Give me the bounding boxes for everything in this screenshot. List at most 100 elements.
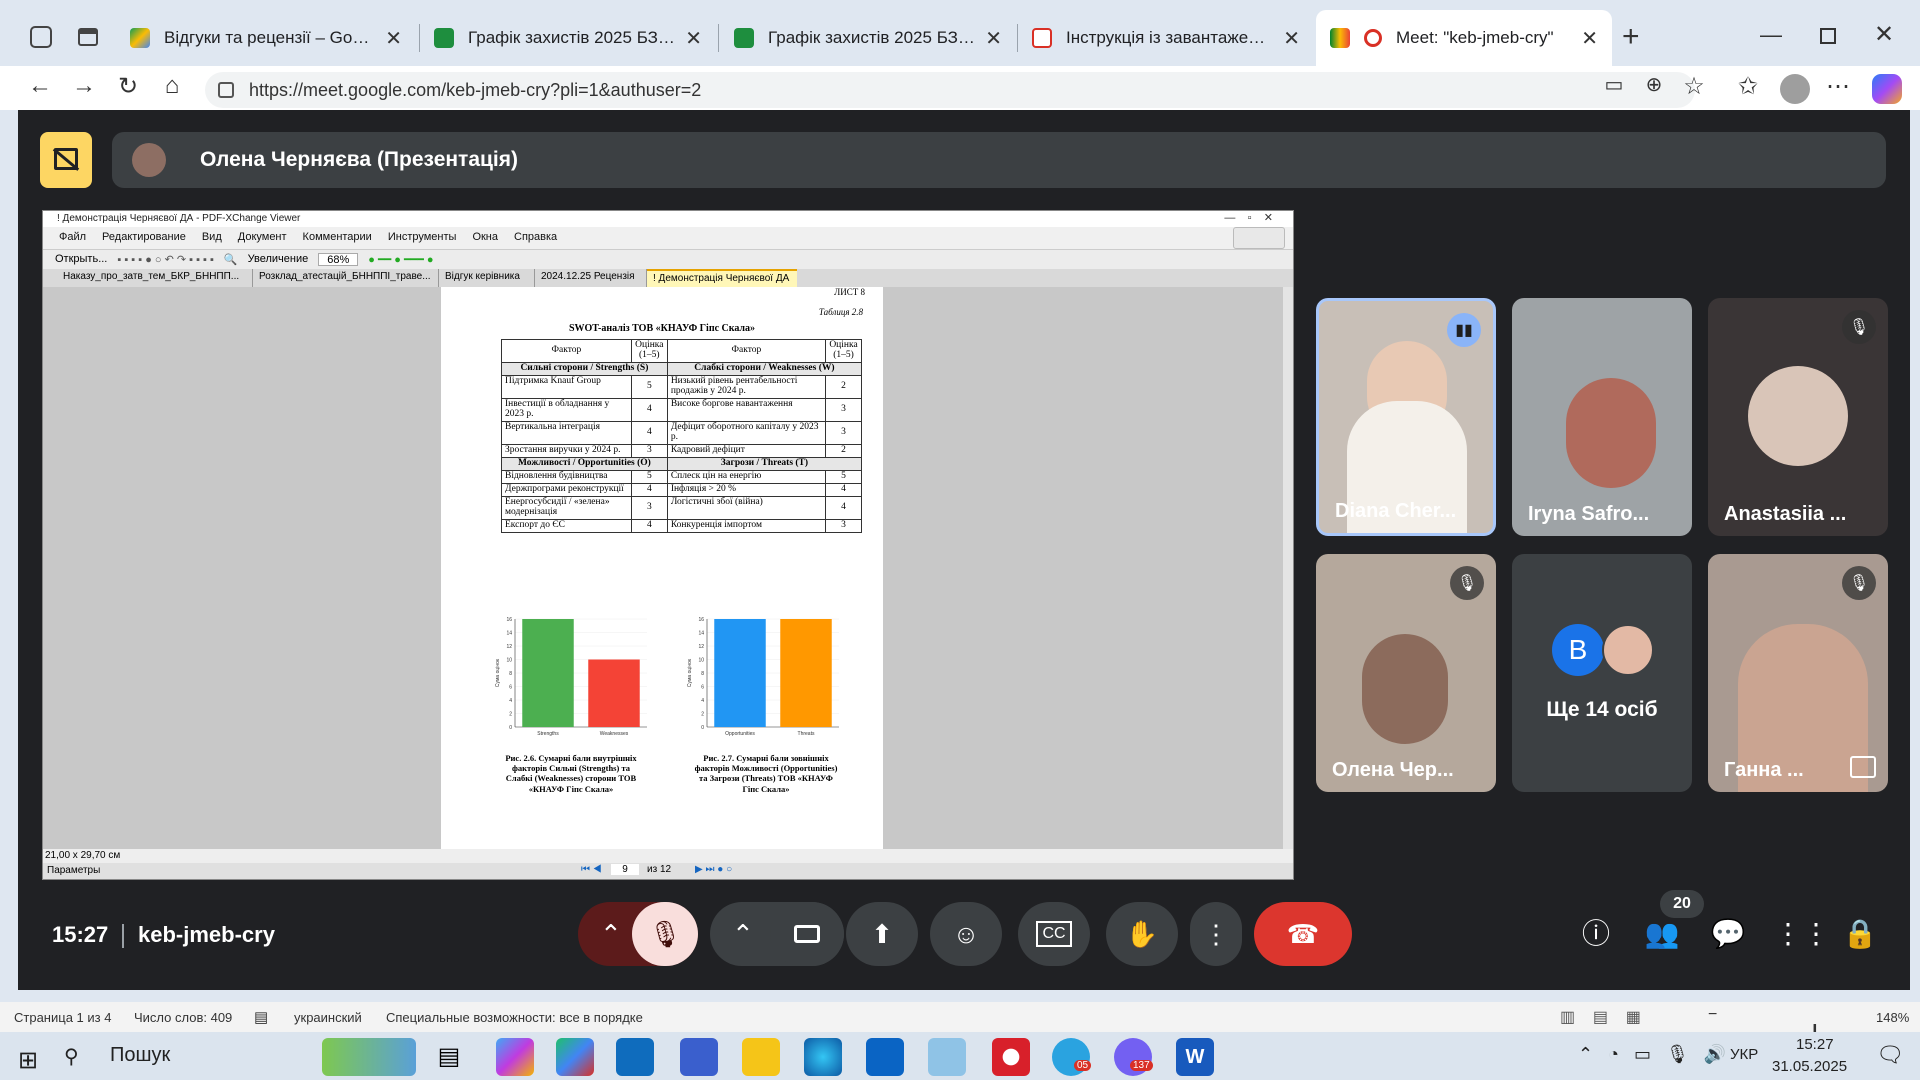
participant-tile[interactable]: 🎙 Ганна ... [1708,554,1888,792]
meeting-info-icon[interactable]: ⓘ [1576,914,1616,954]
maximize-icon[interactable] [1820,28,1836,44]
toolbar-icons[interactable]: ▪ ▪ ▪ ▪ ● ○ ↶ ↷ ▪ ▪ ▪ ▪ [117,253,214,266]
zoom-level[interactable]: 148% [1876,1010,1909,1025]
people-icon[interactable]: 👥 [1642,914,1682,954]
tab-meet[interactable]: Meet: "keb-jmeb-cry" ✕ [1316,10,1612,66]
view-mode-icons[interactable]: ▥ ▤ ▦ [1560,1007,1641,1027]
chat-icon[interactable]: 💬 [1708,914,1748,954]
language-indicator[interactable]: украинский [294,1010,362,1025]
menu-file[interactable]: Файл [59,231,86,247]
activities-icon[interactable]: ⋮⋮ [1774,914,1830,954]
menu-edit[interactable]: Редактирование [102,231,186,247]
doc-tab-active[interactable]: ! Демонстрація Черняєвої ДА [647,269,797,287]
reload-icon[interactable]: ↻ [110,72,146,101]
back-icon[interactable]: ← [22,72,58,100]
doc-tab[interactable]: Відгук керівника [439,269,535,287]
page-count[interactable]: Страница 1 из 4 [14,1010,111,1025]
first-page-icon[interactable]: ⏮ ◀ [581,864,602,875]
menu-document[interactable]: Документ [238,231,287,247]
opera-icon[interactable] [992,1038,1030,1076]
participant-tile[interactable]: Iryna Safro... [1512,298,1692,536]
taskbar-search[interactable]: Пошук [110,1044,170,1067]
doc-tab[interactable]: 2024.12.25 Рецензія [535,269,647,287]
menu-windows[interactable]: Окна [472,231,498,247]
zoom-icon[interactable]: ⊕ [1636,72,1672,97]
participant-tile[interactable]: 🎙 Олена Чер... [1316,554,1496,792]
workspaces-icon[interactable] [30,26,52,48]
proofing-icon[interactable]: ▤ [254,1008,268,1026]
close-tab-icon[interactable]: ✕ [385,26,402,51]
menu-tools[interactable]: Инструменты [388,231,457,247]
edge-icon[interactable] [804,1038,842,1076]
tab-spreadsheet-1[interactable]: Графік захистів 2025 БЗ М21.xlsx✕ [420,10,716,66]
profile-avatar[interactable] [1780,74,1810,104]
vertical-scrollbar[interactable] [1283,287,1293,849]
home-icon[interactable]: ⌂ [154,72,190,100]
store-icon[interactable] [616,1038,654,1076]
participant-tile[interactable]: 🎙 Anastasiia ... [1708,298,1888,536]
zoom-select[interactable]: 68% [318,253,359,266]
pin-tile-icon[interactable] [1850,756,1876,778]
download-ad-icon[interactable] [1233,227,1285,249]
start-icon[interactable]: ⊞ [18,1046,38,1075]
host-controls-icon[interactable]: 🔒 [1840,914,1880,954]
tab-instruction-pdf[interactable]: Інструкція із завантаження запи✕ [1018,10,1314,66]
menu-view[interactable]: Вид [202,231,222,247]
tray-icons[interactable]: ⌃ ◔ ▭ 🎙 🔊 [1578,1044,1726,1065]
reactions-button[interactable]: ☺ [930,902,1002,966]
file-explorer-icon[interactable] [742,1038,780,1076]
tab-spreadsheet-2[interactable]: Графік захистів 2025 БЗ М21.xlsx✕ [720,10,1016,66]
save-app-icon[interactable] [680,1038,718,1076]
m365-icon[interactable] [556,1038,594,1076]
favorites-bar-icon[interactable]: ✩ [1730,72,1766,101]
task-view-icon[interactable]: ▤ [430,1038,468,1076]
word-icon[interactable]: W [1176,1038,1214,1076]
close-tab-icon[interactable]: ✕ [1581,26,1598,51]
close-tab-icon[interactable]: ✕ [1283,26,1300,51]
next-page-icon[interactable]: ▶ ⏭ ● ○ [695,864,732,875]
page-number-input[interactable]: 9 [611,864,639,875]
more-participants-tile[interactable]: B Ще 14 осіб [1512,554,1692,792]
camera-button[interactable] [770,902,844,966]
doc-tab[interactable]: Розклад_атестацій_БННППІ_траве... [253,269,439,287]
raise-hand-button[interactable]: ✋ [1106,902,1178,966]
accessibility-status[interactable]: Специальные возможности: все в порядке [386,1010,643,1025]
outlook-icon[interactable] [866,1038,904,1076]
more-options-button[interactable]: ⋮ [1190,902,1242,966]
menu-comments[interactable]: Комментарии [303,231,372,247]
camera-in-use-icon[interactable]: ▭ [1596,72,1632,97]
stop-presenting-icon[interactable] [40,132,92,188]
clock-time[interactable]: 15:27 [1796,1036,1834,1053]
tab-actions-icon[interactable] [78,28,98,46]
captions-button[interactable]: CC [1018,902,1090,966]
close-tab-icon[interactable]: ✕ [985,26,1002,51]
site-info-icon[interactable] [218,82,234,98]
close-window-icon[interactable]: ✕ [1874,20,1894,49]
more-menu-icon[interactable]: ⋯ [1820,72,1856,101]
toolbar-icons-2[interactable]: ● ━━ ● ━━━ ● [368,253,433,266]
viewer-window-controls[interactable]: — ▫ ✕ [1224,211,1273,224]
params-menu[interactable]: Параметры [47,865,100,876]
favorite-icon[interactable]: ☆ [1676,72,1712,101]
clock-date[interactable]: 31.05.2025 [1772,1058,1847,1075]
forward-icon[interactable]: → [66,72,102,100]
microphone-button[interactable]: 🎙 [632,902,698,966]
copilot-icon[interactable] [1872,74,1902,104]
menu-help[interactable]: Справка [514,231,557,247]
notification-icon[interactable]: 🗨 [1876,1042,1904,1068]
open-button[interactable]: Открыть... [55,253,107,266]
word-count[interactable]: Число слов: 409 [134,1010,232,1025]
tab-google-drive[interactable]: Відгуки та рецензії – Google Дис✕ [116,10,416,66]
copilot-app-icon[interactable] [496,1038,534,1076]
url-bar[interactable]: https://meet.google.com/keb-jmeb-cry?pli… [205,72,1695,108]
close-tab-icon[interactable]: ✕ [685,26,702,51]
leave-call-button[interactable]: ☎ [1254,902,1352,966]
doc-tab[interactable]: Наказу_про_затв_тем_БКР_БННПП... [43,269,253,287]
minimize-icon[interactable]: — [1760,22,1782,48]
notes-app-icon[interactable] [928,1038,966,1076]
input-language[interactable]: УКР [1730,1046,1758,1063]
present-button[interactable]: ⬆ [846,902,918,966]
zoom-tool-icon[interactable]: 🔍 [224,253,238,266]
participant-tile[interactable]: ▮▮ Diana Cher... [1316,298,1496,536]
search-icon[interactable]: ⚲ [64,1044,79,1069]
